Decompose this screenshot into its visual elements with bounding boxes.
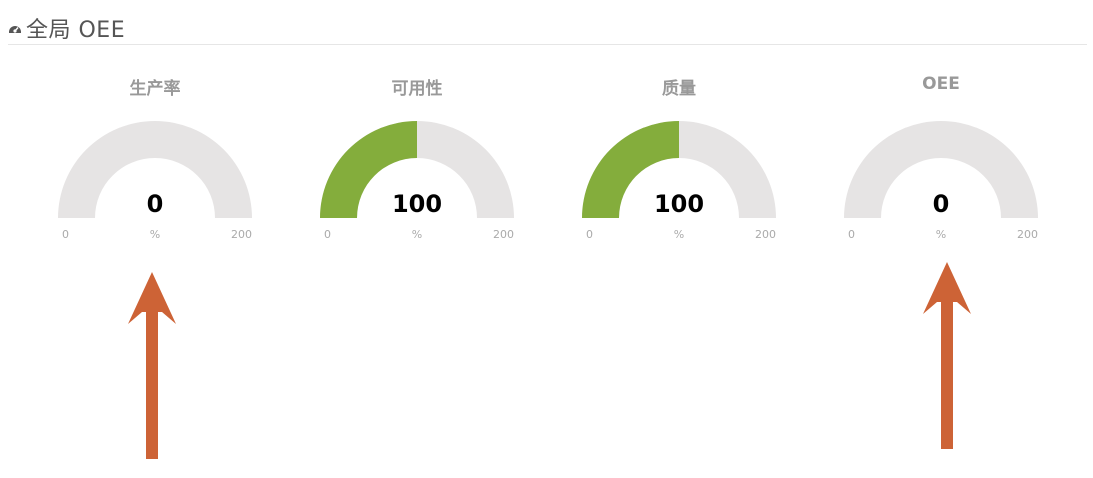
gauge-productivity: 生产率 0 0 % 200	[50, 74, 260, 254]
page-title: 全局 OEE	[26, 18, 126, 43]
gauge-max-label: 200	[755, 228, 776, 241]
gauge-unit: %	[149, 228, 161, 241]
gauge-unit: %	[411, 228, 423, 241]
gauge-value: 0	[146, 190, 164, 218]
gauge-title: OEE	[922, 74, 960, 94]
gauge-unit: %	[673, 228, 685, 241]
gauge-title: 生产率	[129, 79, 181, 99]
gauge-value: 100	[391, 190, 443, 218]
gauge-title: 可用性	[391, 79, 443, 99]
gauge-max-label: 200	[231, 228, 252, 241]
dashboard-icon	[9, 26, 21, 33]
annotation-arrow-up	[128, 272, 176, 459]
gauge-unit: %	[935, 228, 947, 241]
annotation-arrow-up	[923, 262, 971, 449]
gauge-max-label: 200	[493, 228, 514, 241]
gauge-value: 0	[932, 190, 950, 218]
gauge-quality: 质量 100 0 % 200	[574, 74, 784, 254]
gauge-max-label: 200	[1017, 228, 1038, 241]
gauge-value: 100	[653, 190, 705, 218]
gauge-availability: 可用性 100 0 % 200	[312, 74, 522, 254]
gauge-title: 质量	[662, 79, 696, 99]
section-header: 全局 OEE	[8, 12, 1087, 45]
gauge-oee: OEE 0 0 % 200	[836, 74, 1046, 254]
